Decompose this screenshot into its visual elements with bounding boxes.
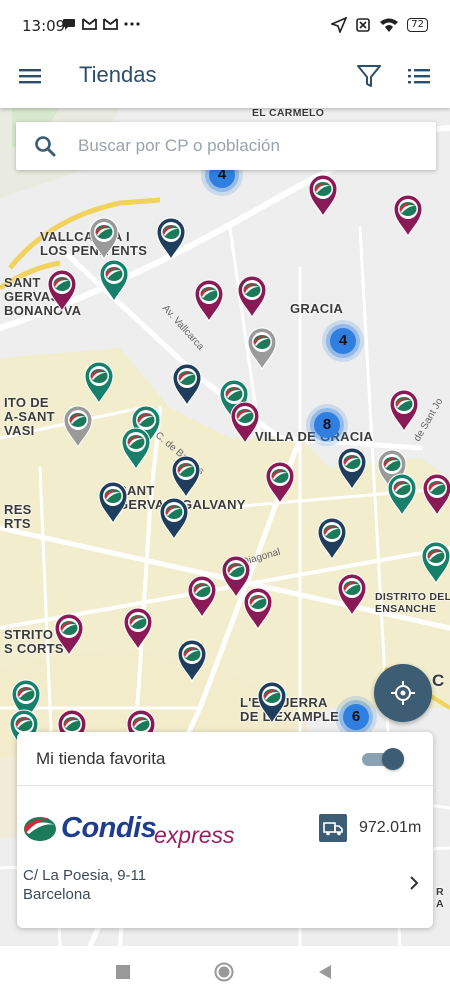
map-label-sant-gervasi-left: ITO DE A-SANT VASI bbox=[4, 395, 55, 438]
notification-icons bbox=[62, 17, 140, 31]
store-pin[interactable] bbox=[120, 426, 152, 470]
store-pin[interactable] bbox=[62, 404, 94, 448]
cluster-count: 4 bbox=[338, 332, 348, 349]
store-pin[interactable] bbox=[307, 173, 339, 217]
gmail-icon bbox=[82, 18, 97, 30]
logo-text-condis: Condis bbox=[61, 812, 157, 844]
no-sim-icon bbox=[356, 18, 371, 32]
map-label-districte-ensanche: DISTRITO DEL ENSANCHE bbox=[375, 591, 450, 615]
map-label-gracia: GRACIA bbox=[290, 301, 344, 316]
gmail-icon-2 bbox=[103, 18, 118, 30]
store-pin[interactable] bbox=[155, 216, 187, 260]
store-pin[interactable] bbox=[420, 540, 450, 584]
favorite-row: Mi tienda favorita bbox=[17, 732, 433, 786]
status-time: 13:09 bbox=[22, 17, 66, 35]
store-pin[interactable] bbox=[264, 460, 296, 504]
store-pin[interactable] bbox=[46, 268, 78, 312]
store-pin[interactable] bbox=[316, 516, 348, 560]
menu-icon[interactable] bbox=[17, 62, 45, 90]
store-pin[interactable] bbox=[256, 680, 288, 724]
logo-text-express: express bbox=[154, 822, 235, 848]
store-pin[interactable] bbox=[388, 388, 420, 432]
store-pin[interactable] bbox=[83, 360, 115, 404]
search-icon bbox=[35, 136, 56, 157]
store-distance: 972.01m bbox=[359, 819, 422, 836]
store-pin[interactable] bbox=[336, 572, 368, 616]
store-pin[interactable] bbox=[97, 480, 129, 524]
cluster-count: 8 bbox=[322, 416, 332, 433]
store-pin[interactable] bbox=[88, 216, 120, 260]
store-address-street: C/ La Poesia, 9-11 bbox=[23, 867, 147, 884]
battery-indicator: 72 bbox=[407, 18, 428, 32]
store-pin[interactable] bbox=[236, 274, 268, 318]
map-label-right-edge: C bbox=[432, 671, 445, 690]
search-input[interactable] bbox=[78, 134, 418, 158]
wifi-icon bbox=[380, 18, 399, 32]
store-pin[interactable] bbox=[170, 454, 202, 498]
store-pin[interactable] bbox=[193, 278, 225, 322]
store-pin[interactable] bbox=[242, 586, 274, 630]
status-bar: 13:09 72 bbox=[0, 0, 450, 52]
map-label-right-edge-small: R A bbox=[436, 886, 444, 910]
store-pin[interactable] bbox=[421, 472, 450, 516]
delivery-truck-icon bbox=[319, 814, 347, 842]
map-label-les-corts-top: RES RTS bbox=[4, 502, 32, 531]
map-label-el-carmelo: EL CARMELO bbox=[252, 108, 325, 119]
recents-button[interactable] bbox=[116, 965, 130, 979]
page-title: Tiendas bbox=[79, 62, 157, 87]
store-pin[interactable] bbox=[246, 326, 278, 370]
condis-express-logo: Condis express bbox=[23, 812, 235, 852]
toggle-thumb bbox=[382, 748, 404, 770]
store-cluster[interactable]: 8 bbox=[305, 403, 349, 447]
store-address-city: Barcelona bbox=[23, 886, 91, 903]
store-pin[interactable] bbox=[229, 400, 261, 444]
app-bar: Tiendas bbox=[0, 52, 450, 108]
store-info[interactable]: Condis express 972.01m C/ La Poesia, 9-1… bbox=[17, 786, 433, 928]
store-pin[interactable] bbox=[122, 606, 154, 650]
system-icons: 72 bbox=[331, 17, 428, 33]
home-button[interactable] bbox=[214, 962, 234, 982]
map-label-esquerra-eixample: L'ESQUERRA DE L'EXAMPLE bbox=[240, 696, 340, 724]
store-pin[interactable] bbox=[336, 446, 368, 490]
store-pin[interactable] bbox=[171, 362, 203, 406]
store-cluster[interactable]: 4 bbox=[321, 319, 365, 363]
condis-leaf-icon bbox=[24, 817, 56, 841]
store-pin[interactable] bbox=[176, 638, 208, 682]
search-box[interactable] bbox=[16, 122, 436, 170]
system-nav-bar bbox=[0, 946, 450, 1000]
back-button[interactable] bbox=[318, 965, 332, 979]
favorite-label: Mi tienda favorita bbox=[36, 749, 166, 768]
crosshair-icon bbox=[391, 681, 415, 705]
store-pin[interactable] bbox=[186, 574, 218, 618]
filter-icon[interactable] bbox=[355, 62, 383, 90]
favorite-toggle[interactable] bbox=[362, 748, 404, 770]
store-pin[interactable] bbox=[392, 193, 424, 237]
store-pin[interactable] bbox=[98, 258, 130, 302]
store-pin[interactable] bbox=[53, 612, 85, 656]
store-pin[interactable] bbox=[158, 496, 190, 540]
store-pin[interactable] bbox=[386, 472, 418, 516]
more-dots-icon bbox=[124, 22, 140, 26]
store-card[interactable]: Mi tienda favorita Condis express 972.01… bbox=[17, 732, 433, 928]
location-arrow-icon bbox=[331, 17, 348, 33]
chat-icon bbox=[63, 19, 75, 30]
chevron-right-icon[interactable] bbox=[407, 874, 421, 892]
list-icon[interactable] bbox=[406, 62, 434, 90]
locate-me-button[interactable] bbox=[374, 664, 432, 722]
